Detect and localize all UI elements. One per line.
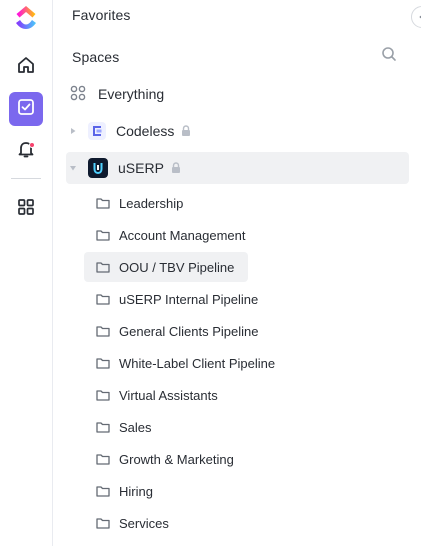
folder-label: Leadership xyxy=(119,195,184,211)
left-rail xyxy=(0,0,53,546)
folder-label: Services xyxy=(119,515,169,531)
folder-item[interactable]: General Clients Pipeline xyxy=(84,316,314,346)
folder-label: Sales xyxy=(119,419,152,435)
codeless-avatar-icon xyxy=(88,122,106,140)
folder-icon xyxy=(96,229,110,241)
folder-item[interactable]: Account Management xyxy=(84,220,248,250)
folder-item-active[interactable]: OOU / TBV Pipeline xyxy=(84,252,248,282)
collapse-sidebar-button[interactable] xyxy=(411,6,421,28)
folder-item[interactable]: Growth & Marketing xyxy=(84,444,314,474)
folder-icon xyxy=(96,517,110,529)
apps-button[interactable] xyxy=(9,192,43,226)
folder-item[interactable]: Sales xyxy=(84,412,248,442)
folder-icon xyxy=(96,325,110,337)
folder-icon xyxy=(96,261,110,273)
everything-item[interactable]: Everything xyxy=(70,84,164,104)
folder-icon xyxy=(96,389,110,401)
userp-avatar-icon xyxy=(88,158,108,178)
space-name: Codeless xyxy=(116,123,175,139)
home-button[interactable] xyxy=(9,50,43,84)
search-icon xyxy=(381,46,397,67)
everything-label: Everything xyxy=(98,86,165,102)
folder-label: uSERP Internal Pipeline xyxy=(119,291,259,307)
favorites-header[interactable]: Favorites xyxy=(72,7,130,23)
lock-icon xyxy=(171,162,181,174)
space-name: uSERP xyxy=(118,160,164,176)
folder-icon xyxy=(96,485,110,497)
folder-label: White-Label Client Pipeline xyxy=(119,355,276,371)
everything-icon xyxy=(70,85,86,104)
home-icon xyxy=(16,55,36,80)
apps-icon xyxy=(16,197,36,222)
caret-down-icon[interactable] xyxy=(68,163,78,173)
folder-label: General Clients Pipeline xyxy=(119,323,259,339)
caret-right-icon[interactable] xyxy=(68,126,78,136)
clickup-logo-icon[interactable] xyxy=(12,4,40,32)
lock-icon xyxy=(181,125,191,137)
folder-icon xyxy=(96,421,110,433)
folder-label: Hiring xyxy=(119,483,153,499)
folder-item[interactable]: White-Label Client Pipeline xyxy=(84,348,344,378)
notifications-button[interactable] xyxy=(9,134,43,168)
folder-label: Virtual Assistants xyxy=(119,387,218,403)
spaces-header[interactable]: Spaces xyxy=(72,49,119,65)
folder-label: OOU / TBV Pipeline xyxy=(119,259,235,275)
sidebar-panel: Favorites Spaces Everything Codeless uSE… xyxy=(54,0,421,546)
space-item-codeless[interactable]: Codeless xyxy=(66,115,409,147)
folder-label: Growth & Marketing xyxy=(119,451,234,467)
folder-item[interactable]: Hiring xyxy=(84,476,248,506)
folder-item[interactable]: Services xyxy=(84,508,248,538)
folder-item[interactable]: uSERP Internal Pipeline xyxy=(84,284,314,314)
space-item-userp[interactable]: uSERP xyxy=(66,152,409,184)
notification-badge xyxy=(29,142,35,148)
folder-icon xyxy=(96,293,110,305)
folder-item[interactable]: Virtual Assistants xyxy=(84,380,314,410)
tasks-icon xyxy=(17,98,35,121)
folder-icon xyxy=(96,357,110,369)
folder-icon xyxy=(96,197,110,209)
rail-divider xyxy=(11,178,41,179)
folder-icon xyxy=(96,453,110,465)
my-tasks-button[interactable] xyxy=(9,92,43,126)
folder-item[interactable]: Leadership xyxy=(84,188,248,218)
search-spaces-button[interactable] xyxy=(379,46,399,66)
folder-label: Account Management xyxy=(119,227,246,243)
